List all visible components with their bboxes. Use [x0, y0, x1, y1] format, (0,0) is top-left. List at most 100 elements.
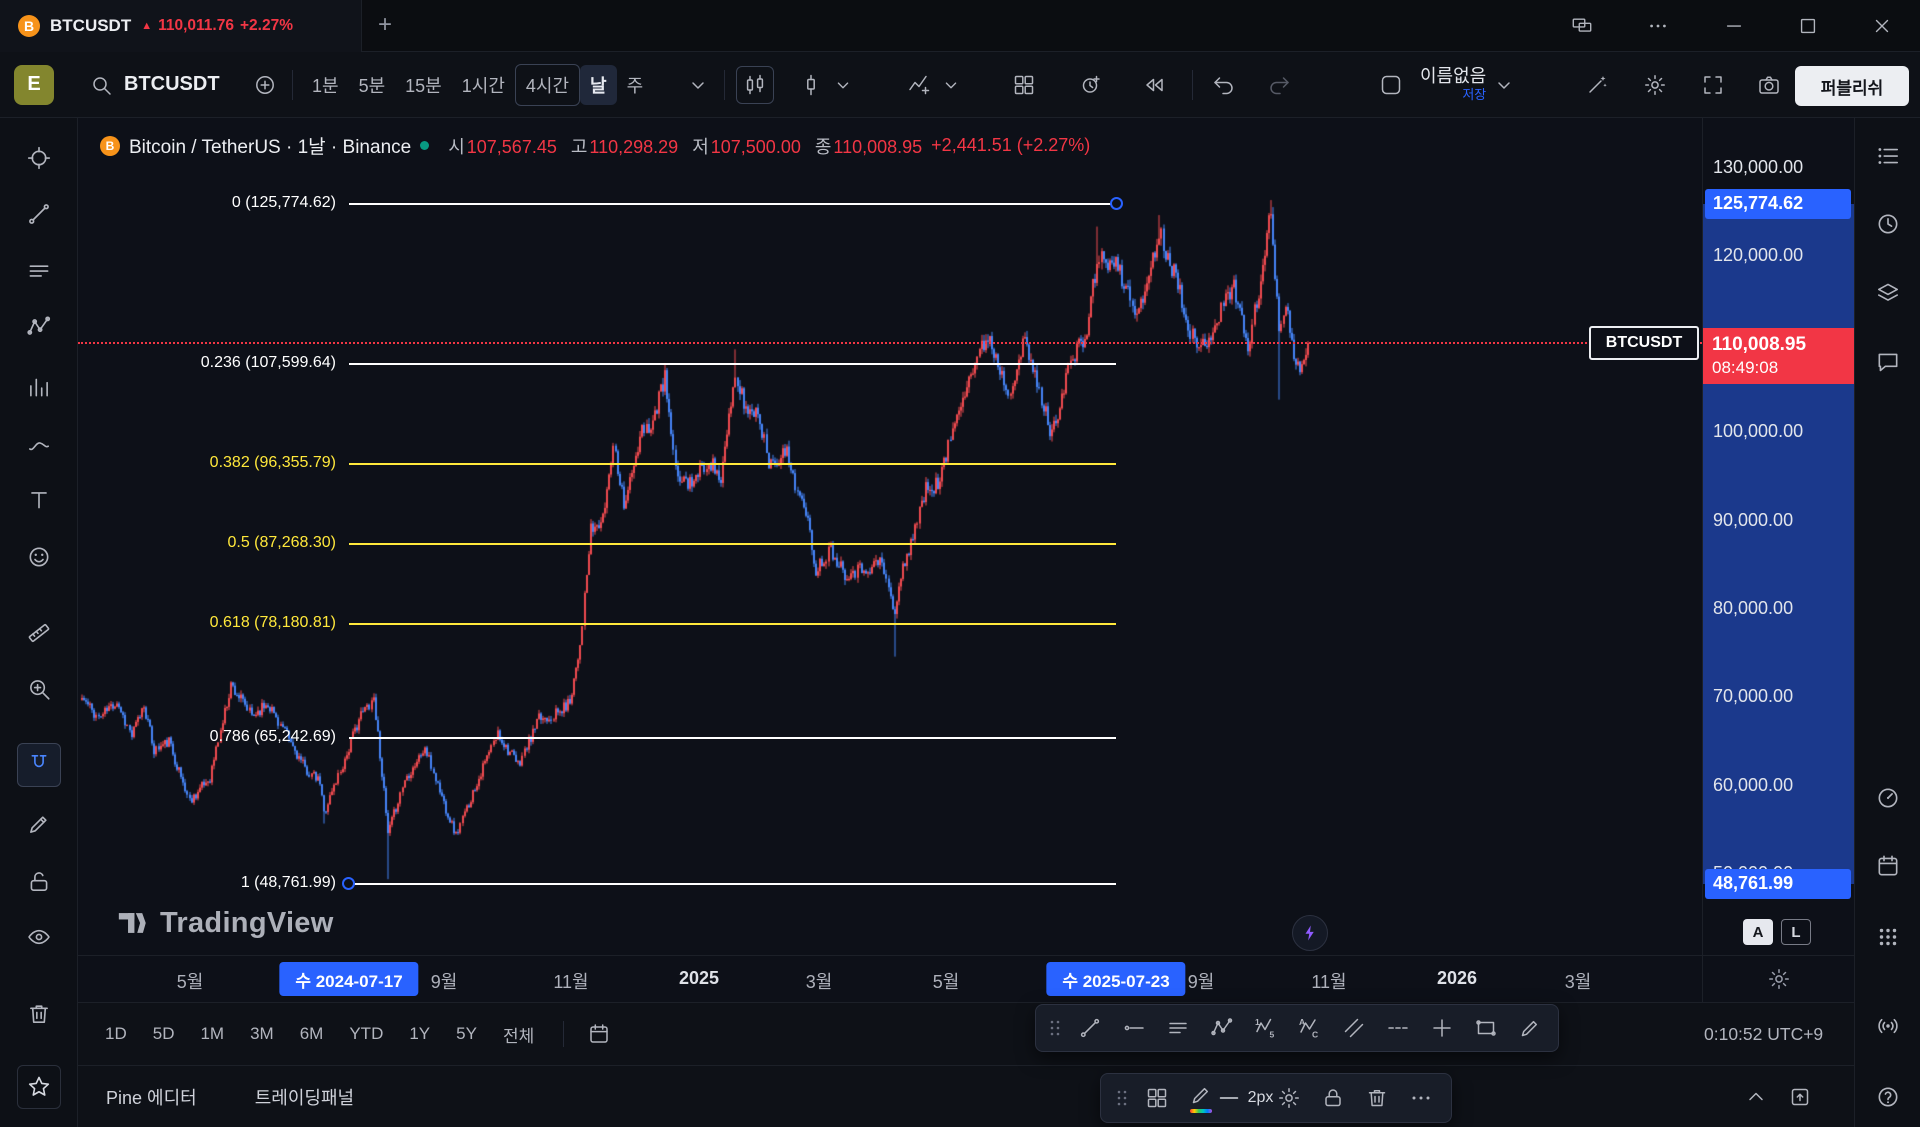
waveac-icon[interactable]: CA: [1288, 1008, 1332, 1048]
fib-handle-top[interactable]: [1110, 197, 1123, 210]
drawing-settings-icon[interactable]: [1267, 1078, 1311, 1118]
interval-4시간[interactable]: 4시간: [515, 64, 580, 106]
cross-icon[interactable]: [1420, 1008, 1464, 1048]
panel-collapse-icon[interactable]: [1744, 1085, 1768, 1109]
range-1Y[interactable]: 1Y: [396, 1016, 443, 1052]
auto-scale-toggle[interactable]: A: [1743, 919, 1773, 945]
displays-icon[interactable]: [1570, 14, 1594, 38]
snapshot-camera-icon[interactable]: [1750, 66, 1788, 104]
fib-line-0[interactable]: [349, 203, 1116, 205]
trendline-icon[interactable]: [17, 192, 61, 236]
calendar-icon[interactable]: [1866, 844, 1910, 888]
range-전체[interactable]: 전체: [490, 1014, 547, 1055]
line-width-button[interactable]: 2px: [1223, 1078, 1267, 1118]
templates-icon[interactable]: [1135, 1078, 1179, 1118]
interval-15분[interactable]: 15분: [395, 65, 452, 105]
watchlist-icon[interactable]: [1866, 134, 1910, 178]
maximize-icon[interactable]: [1796, 14, 1820, 38]
interval-1분[interactable]: 1분: [302, 65, 349, 105]
minimize-icon[interactable]: [1722, 14, 1746, 38]
tab-pine-editor[interactable]: Pine 에디터: [106, 1084, 197, 1110]
range-6M[interactable]: 6M: [287, 1016, 337, 1052]
fib-line-2[interactable]: [349, 463, 1116, 465]
chart-style-alt-icon[interactable]: [792, 66, 830, 104]
hlines-icon[interactable]: [1156, 1008, 1200, 1048]
price-scale[interactable]: 130,000.00120,000.00100,000.0090,000.008…: [1702, 118, 1854, 955]
interval-chevron-down-icon[interactable]: [686, 66, 710, 104]
range-1M[interactable]: 1M: [187, 1016, 237, 1052]
time-axis[interactable]: 5월9월11월20253월5월9월11월20263월수 2024-07-17수 …: [78, 955, 1702, 1002]
symbol-search-button[interactable]: BTCUSDT: [124, 73, 220, 96]
hlines-icon[interactable]: [17, 249, 61, 293]
alerts-clock-icon[interactable]: [1866, 202, 1910, 246]
delete-drawing-icon[interactable]: [1355, 1078, 1399, 1118]
window-menu-icon[interactable]: [1646, 14, 1670, 38]
new-tab-button[interactable]: +: [378, 13, 392, 37]
create-alert-icon[interactable]: [1072, 66, 1110, 104]
rect-icon[interactable]: [1464, 1008, 1508, 1048]
interval-1시간[interactable]: 1시간: [452, 65, 515, 105]
parallel-icon[interactable]: [1332, 1008, 1376, 1048]
wave15-icon[interactable]: 51: [1244, 1008, 1288, 1048]
legend-title[interactable]: Bitcoin / TetherUS · 1날 · Binance: [129, 132, 411, 159]
fib-line-3[interactable]: [349, 543, 1116, 545]
compare-add-icon[interactable]: [246, 66, 284, 104]
apps-grid-icon[interactable]: [1866, 915, 1910, 959]
interval-주[interactable]: 주: [617, 65, 654, 105]
publish-button[interactable]: 퍼블리쉬: [1795, 66, 1909, 106]
more-options-icon[interactable]: [1399, 1078, 1443, 1118]
fib-line-6[interactable]: [349, 883, 1116, 885]
crosshair-icon[interactable]: [17, 136, 61, 180]
save-layout-label[interactable]: 저장: [1462, 88, 1486, 102]
fib-line-1[interactable]: [349, 363, 1116, 365]
symbol-tab[interactable]: B BTCUSDT ▲ 110,011.76 +2.27%: [0, 0, 362, 52]
help-icon[interactable]: [1866, 1075, 1910, 1119]
goto-date-icon[interactable]: [580, 1015, 618, 1053]
chat-icon[interactable]: [1866, 340, 1910, 384]
boost-icon[interactable]: [1292, 915, 1328, 951]
text-icon[interactable]: [17, 478, 61, 522]
range-5Y[interactable]: 5Y: [443, 1016, 490, 1052]
forecast-icon[interactable]: [17, 365, 61, 409]
eye-icon[interactable]: [17, 915, 61, 959]
layout-chevron-down-icon[interactable]: [1492, 66, 1516, 104]
chart-style-chevron-down-icon[interactable]: [832, 66, 854, 104]
hray-icon[interactable]: [1112, 1008, 1156, 1048]
trendline-icon[interactable]: [1068, 1008, 1112, 1048]
log-scale-toggle[interactable]: L: [1781, 919, 1811, 945]
undo-icon[interactable]: [1205, 66, 1243, 104]
layout-select-icon[interactable]: [1372, 66, 1410, 104]
magnet-icon[interactable]: [17, 743, 61, 787]
star-icon[interactable]: [17, 1065, 61, 1109]
emoji-icon[interactable]: [17, 535, 61, 579]
tab-trading-panel[interactable]: 트레이딩패널: [255, 1084, 354, 1110]
range-5D[interactable]: 5D: [140, 1016, 188, 1052]
fib-line-4[interactable]: [349, 623, 1116, 625]
trash-icon[interactable]: [17, 992, 61, 1036]
edit-icon[interactable]: [17, 802, 61, 846]
fib-line-5[interactable]: [349, 737, 1116, 739]
unlock-icon[interactable]: [17, 860, 61, 904]
grip-icon[interactable]: [1042, 1008, 1068, 1048]
user-avatar[interactable]: E: [14, 65, 54, 105]
indicators-icon[interactable]: [900, 66, 938, 104]
range-1D[interactable]: 1D: [92, 1016, 140, 1052]
lock-drawing-icon[interactable]: [1311, 1078, 1355, 1118]
interval-5분[interactable]: 5분: [349, 65, 396, 105]
object-tree-icon[interactable]: [1866, 272, 1910, 316]
range-3M[interactable]: 3M: [237, 1016, 287, 1052]
drag-handle-icon[interactable]: [1109, 1078, 1135, 1118]
dashes-icon[interactable]: [1376, 1008, 1420, 1048]
zoom-icon[interactable]: [17, 667, 61, 711]
panel-expand-icon[interactable]: [1788, 1085, 1812, 1109]
chart-legend[interactable]: B Bitcoin / TetherUS · 1날 · Binance 시107…: [100, 132, 1090, 159]
indicators-chevron-down-icon[interactable]: [940, 66, 962, 104]
xabcd-icon[interactable]: [17, 305, 61, 349]
bar-replay-icon[interactable]: [1135, 66, 1173, 104]
quick-search-icon[interactable]: [1578, 66, 1616, 104]
chart-pane[interactable]: 0 (125,774.62)0.236 (107,599.64)0.382 (9…: [78, 118, 1702, 955]
ruler-icon[interactable]: [17, 611, 61, 655]
gauge-icon[interactable]: [1866, 776, 1910, 820]
search-icon[interactable]: [88, 66, 114, 104]
redo-icon[interactable]: [1260, 66, 1298, 104]
